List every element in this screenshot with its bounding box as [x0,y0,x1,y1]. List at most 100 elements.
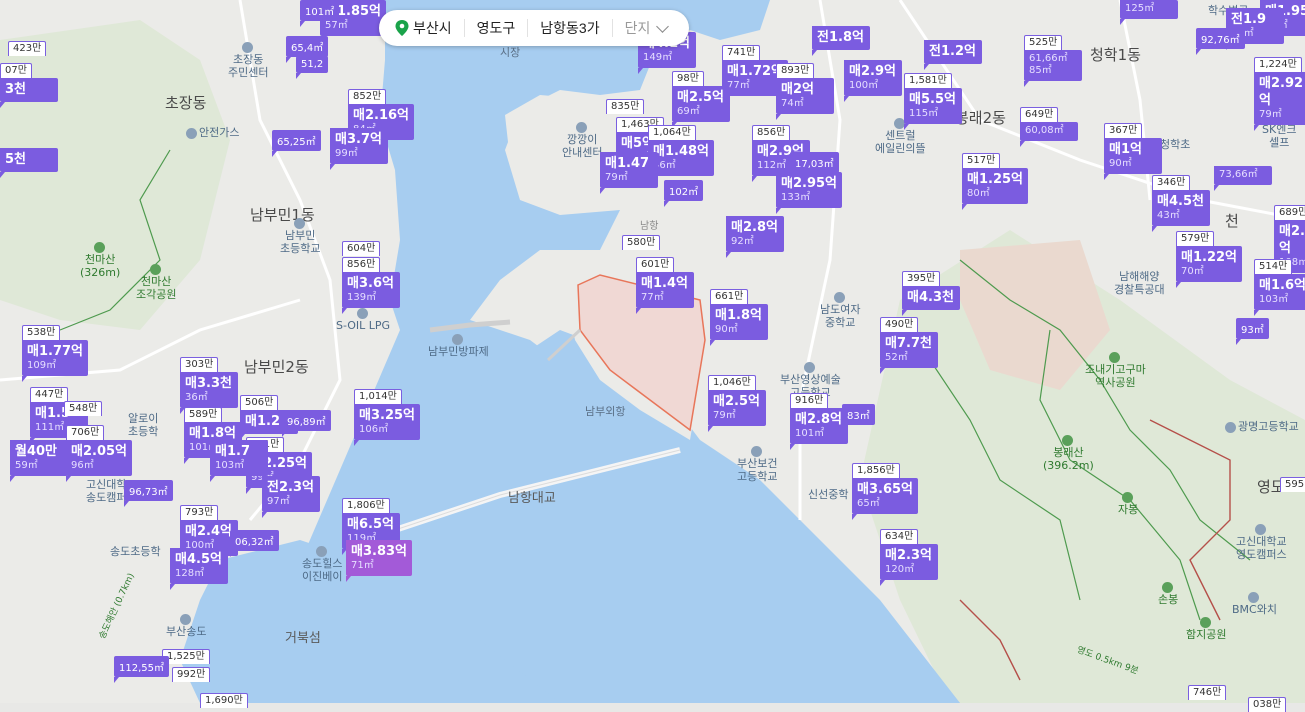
listing-marker[interactable]: 매1.7 103㎡ [210,440,268,482]
listing-price: 매2.5억 [713,394,760,409]
listing-marker[interactable]: 580만 [622,230,661,250]
poi-gwangmyeong-school[interactable]: 광명고등학교 [1225,420,1299,433]
listing-price: 매6.5억 [347,517,394,532]
area-marker[interactable]: 93㎡ [1236,318,1269,345]
city-selector[interactable]: 부산시 [391,19,465,37]
listing-marker[interactable]: 1,046만 매2.5억 79㎡ [708,370,766,432]
listing-marker[interactable]: 038만 [1248,692,1287,712]
poi-songdo-school[interactable]: 송도초등학 [110,545,161,558]
listing-marker[interactable]: 579만 매1.22억 70㎡ [1176,226,1242,288]
marker-tail [726,252,736,258]
poi-bongnaesan[interactable]: 봉래산 (396.2m) [1043,433,1094,472]
listing-marker[interactable]: 월40만 59㎡ [10,440,68,482]
listing-marker[interactable]: 매3.7억 99㎡ [330,128,388,170]
listing-marker[interactable]: 893만 매2억 74㎡ [776,58,834,120]
listing-marker[interactable]: 1,581만 매5.5억 115㎡ [904,68,962,130]
poi-bogeon-school[interactable]: 부산보건 고등학교 [737,444,777,483]
poi-jabong[interactable]: 자봉 [1118,490,1138,516]
listing-marker[interactable]: 전1.8억 [812,26,870,56]
poi-songdo-hills[interactable]: 송도힐스 이진베이 [302,544,342,583]
area-marker[interactable]: 65,4㎡ [286,36,329,63]
listing-marker[interactable]: 전2.3억 97㎡ [262,476,320,518]
listing-marker[interactable]: 992만 [172,662,211,682]
marker-tail [10,476,20,482]
poi-namdo-girls-school[interactable]: 남도여자 중학교 [820,290,860,329]
listing-marker[interactable]: 73,66㎡ [1214,166,1272,191]
listing-marker[interactable]: 85㎡ [1024,62,1082,87]
area-marker[interactable]: 102㎡ [664,180,704,207]
poi-nambumin-pier[interactable]: 남부민방파제 [428,332,489,358]
poi-hamji-park[interactable]: 함지공원 [1186,615,1226,641]
poi-chojang-center[interactable]: 초장동 주민센터 [228,40,268,79]
listing-marker[interactable]: 395만 매4.3천 [902,266,960,316]
listing-marker[interactable]: 916만 매2.8억 101㎡ [790,388,848,450]
listing-marker[interactable]: 1,224만 매2.92억 79㎡ [1254,52,1305,131]
listing-unit-price: 856만 [342,257,381,272]
location-search-bar[interactable]: 부산시 영도구 남항동3가 단지 [379,10,690,46]
listing-marker[interactable]: 125㎡ [1120,0,1178,25]
dong-selector[interactable]: 남항동3가 [528,19,613,37]
area-marker[interactable]: 17,03㎡ [790,152,839,179]
listing-marker[interactable]: 634만 매2.3억 120㎡ [880,524,938,586]
listing-marker[interactable]: 매1.47 79㎡ [600,152,658,194]
poi-namhae-police[interactable]: 남해해양 경찰특공대 [1114,270,1165,296]
listing-marker[interactable]: 649만 60,08㎡ [1020,102,1078,147]
complex-selector[interactable]: 단지 [613,19,680,37]
listing-marker[interactable]: 전1.2억 [924,40,982,70]
listing-marker[interactable]: 601만 매1.4억 77㎡ [636,252,694,314]
listing-marker[interactable]: 423만 [8,36,47,56]
poi-hotel-area[interactable]: 알로이 초등학 [128,412,158,438]
poi-jonae-park[interactable]: 조내기고구마 역사공원 [1085,350,1146,389]
listing-marker[interactable]: 517만 매1.25억 80㎡ [962,148,1028,210]
listing-marker[interactable]: 835만 [606,94,645,114]
marker-tail [636,308,646,314]
listing-marker[interactable]: 661만 매1.8억 90㎡ [710,284,768,346]
listing-marker[interactable]: 1,014만 매3.25억 106㎡ [354,384,420,446]
listing-marker[interactable]: 1,690만 [200,688,248,708]
area-marker[interactable]: 65,25㎡ [272,130,321,157]
area-marker[interactable]: 96,73㎡ [124,480,173,507]
poi-nambumin-school[interactable]: 남부민 초등학교 [280,216,320,255]
listing-marker[interactable]: 856만 매3.6억 139㎡ [342,252,400,314]
listing-marker[interactable]: 매2.8억 92㎡ [726,216,784,258]
listing-marker[interactable]: 매2.95억 133㎡ [776,172,842,214]
poi-busan-songdo[interactable]: 부산송도 [166,612,206,638]
poi-cheonma-mountain[interactable]: 천마산 (326m) [80,240,120,279]
listing-marker[interactable]: 490만 매7.7천 52㎡ [880,312,938,374]
building-icon [186,127,197,139]
listing-marker[interactable]: 98만 매2.5억 69㎡ [672,66,730,128]
poi-anjeon-gas[interactable]: 안전가스 [186,126,239,139]
poi-shinseon-school[interactable]: 신선중학 [808,488,848,501]
area-marker[interactable]: 06,32㎡ [230,530,279,557]
area-marker[interactable]: 96,89㎡ [282,410,331,437]
listing-marker[interactable]: 1,856만 매3.65억 65㎡ [852,458,918,520]
district-selector[interactable]: 영도구 [465,19,529,37]
area-marker[interactable]: 92,76㎡ [1196,28,1245,55]
listing-marker[interactable]: 346만 매4.5천 43㎡ [1152,170,1210,232]
area-marker[interactable]: 83㎡ [842,404,875,431]
listing-marker[interactable]: 746만 [1188,680,1227,700]
listing-marker[interactable]: 548만 [64,396,103,416]
area-marker[interactable]: 51,2 [296,56,329,79]
listing-unit-price: 525만 [1024,35,1063,50]
area-marker[interactable]: 112,55㎡ [114,656,169,683]
listing-marker[interactable]: 07만 3천 [0,58,58,108]
poi-kkangkkangi[interactable]: 깡깡이 안내센터 [562,120,602,159]
listing-marker[interactable]: 538만 매1.77억 109㎡ [22,320,88,382]
poi-cheonghak-school[interactable]: 청학초 [1160,138,1190,151]
poi-bmc[interactable]: BMC와치 [1232,590,1277,616]
listing-marker[interactable]: 595 [1280,472,1305,492]
area-marker[interactable]: 101㎡ [300,0,340,27]
listing-marker[interactable]: 5천 [0,148,58,178]
poi-cheonma-park[interactable]: 천마산 조각공원 [136,262,176,301]
listing-marker[interactable]: 1,525만 [162,644,210,664]
listing-marker-selected[interactable]: 매3.83억 71㎡ [346,540,412,582]
listing-area: 79㎡ [605,172,628,183]
listing-marker[interactable]: 706만 매2.05억 96㎡ [66,420,132,482]
listing-price: 매1.6억 [1259,278,1305,293]
poi-sonbong[interactable]: 손봉 [1158,580,1178,606]
listing-marker[interactable]: 매4.5억 128㎡ [170,548,228,590]
listing-marker[interactable]: 514만 매1.6억 103㎡ [1254,254,1305,316]
poi-goshin-yeongdo[interactable]: 고신대학교 영도캠퍼스 [1236,522,1287,561]
listing-marker[interactable]: 매2.9억 100㎡ [844,60,902,102]
